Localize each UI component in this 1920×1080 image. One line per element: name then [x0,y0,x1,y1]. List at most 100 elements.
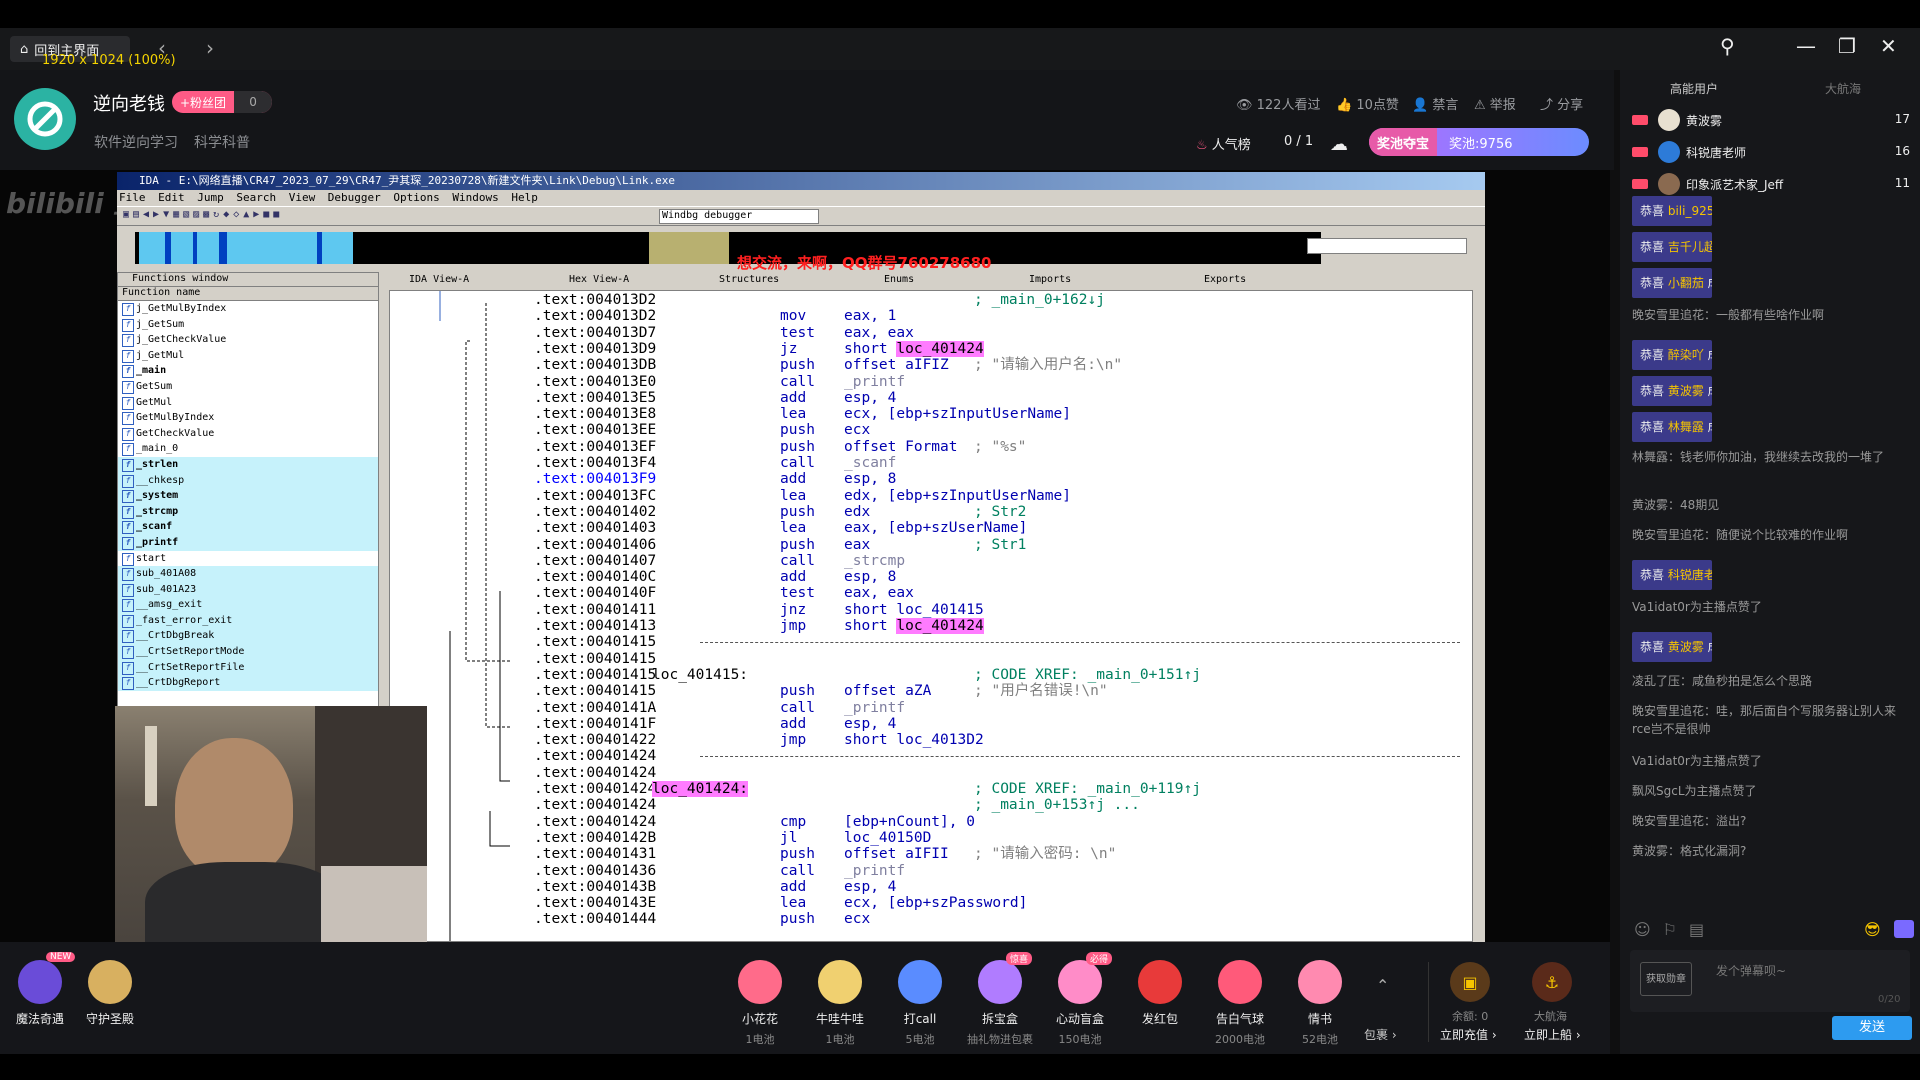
close-icon[interactable]: ✕ [1880,34,1897,58]
disassembly-view[interactable]: .text:004013D2 ; _main_0+162↓j .text:00401… [389,290,1473,942]
chevron-up-icon[interactable]: ⌃ [1376,976,1389,995]
restore-icon[interactable]: ❐ [1838,34,1856,58]
gift-item[interactable]: 魔法奇遇 NEW [0,952,80,1027]
chat-gift-message[interactable]: 恭喜 黄波雾 成为高能用户 [1632,632,1712,662]
rank-row[interactable]: 黄波雾 17 [1620,104,1920,136]
tag-area[interactable]: 科学科普 [194,132,250,152]
code-addr: .text:0040142B [534,829,657,846]
function-item[interactable]: GetMulByIndex [118,410,378,426]
ida-tab[interactable]: Imports [1029,272,1071,288]
mute-button[interactable]: 👤 禁言 [1412,94,1458,113]
chat-gift-message[interactable]: 恭喜 小翻茄 成为高能用户 [1632,268,1712,298]
cloud-icon[interactable]: ☁ [1330,134,1348,155]
function-item[interactable]: __CrtSetReportMode [118,644,378,660]
pin-icon[interactable]: ⚲ [1720,34,1735,58]
gift-item[interactable]: 牛哇牛哇 1电池 [800,960,880,1047]
ida-tab[interactable]: Hex View-A [569,272,629,288]
function-item[interactable]: __CrtDbgBreak [118,628,378,645]
function-item[interactable]: _strlen [118,456,378,473]
streamer-avatar[interactable] [14,88,76,150]
like-button[interactable]: 👍 10点赞 [1336,94,1399,113]
rank-row[interactable]: 科锐唐老师 16 [1620,136,1920,168]
popularity-button[interactable]: ♨ 人气榜 [1196,134,1251,153]
code-mn: call [780,862,815,879]
function-item[interactable]: sub_401A23 [118,581,378,598]
tag-category[interactable]: 软件逆向学习 [94,132,178,152]
chat-mode-icon[interactable] [1894,920,1914,938]
function-item[interactable]: _main_0 [118,441,378,457]
gift-item[interactable]: 小花花 1电池 [720,960,800,1047]
ida-tab[interactable]: Exports [1204,272,1246,288]
function-item[interactable]: j_GetMulByIndex [118,301,378,317]
function-item[interactable]: __amsg_exit [118,597,378,613]
gift-item[interactable]: 打call 5电池 [880,960,960,1047]
report-button[interactable]: ⚠ 举报 [1474,94,1516,113]
function-item[interactable]: start [118,551,378,567]
ida-tab[interactable]: Enums [884,272,914,288]
back-arrow-icon[interactable]: ‹ [158,36,166,60]
function-item[interactable]: j_GetMul [118,348,378,364]
chat-message[interactable]: 黄波雾：48期见 [1632,496,1912,514]
tab-navy[interactable]: 大航海 [1825,80,1861,97]
minimize-icon[interactable]: — [1796,34,1816,58]
function-name-column[interactable]: Function name [118,287,378,301]
danmaku-input-box[interactable]: 获取勋章 发个弹幕呗~ 0/20 [1630,950,1910,1012]
emoji-icon[interactable]: 😎 [1864,920,1881,939]
bag-button[interactable]: 包裹 › [1364,1026,1397,1043]
function-item[interactable]: __CrtSetReportFile [118,659,378,676]
chat-message[interactable]: 晚安雪里追花：随便说个比较难的作业啊 [1632,526,1912,544]
chat-gift-message[interactable]: 恭喜 林舞露 成为高能用户 [1632,412,1712,442]
code-operand-group: esp, 4 [844,879,896,895]
streamer-name[interactable]: 逆向老钱 [93,90,165,116]
chat-gift-message[interactable]: 恭喜 醉染吖 成为高能用户 [1632,340,1712,370]
tab-high-energy[interactable]: 高能用户 [1670,80,1718,97]
ida-tab[interactable]: Structures [719,272,779,288]
function-item[interactable]: j_GetCheckValue [118,332,378,348]
share-button[interactable]: ⤴ 分享 [1540,94,1583,113]
recharge-button[interactable]: 立即充值 › [1440,1026,1497,1043]
function-item[interactable]: GetSum [118,379,378,395]
fans-club-button[interactable]: +粉丝团 0 [172,91,272,113]
function-item[interactable]: _system [118,488,378,504]
function-item[interactable]: _fast_error_exit [118,612,378,629]
chat-message[interactable]: 晚安雪里追花：溢出? [1632,812,1912,830]
chat-gift-message[interactable]: 恭喜 黄波雾 成为高能用户 [1632,376,1712,406]
chat-message[interactable]: 黄波雾：格式化漏洞? [1632,842,1912,860]
chat-tool-icons[interactable]: ☺⚐▤ [1634,920,1716,939]
chat-message[interactable]: 飘风SgcL为主播点赞了 [1632,782,1912,800]
prize-pool-button[interactable]: 奖池夺宝 奖池:9756 [1369,128,1589,156]
function-item[interactable]: _printf [118,534,378,551]
gift-item[interactable]: 告白气球 2000电池 [1200,960,1280,1047]
function-item[interactable]: GetMul [118,395,378,411]
medal-button[interactable]: 获取勋章 [1640,962,1692,996]
function-item[interactable]: GetCheckValue [118,426,378,442]
chat-message[interactable]: 林舞露：钱老师你加油，我继续去改我的一堆了 [1632,448,1912,466]
send-button[interactable]: 发送 [1832,1016,1912,1040]
ida-tab[interactable]: IDA View-A [409,272,469,288]
chat-message[interactable]: 晚安雪里追花：一般都有些啥作业啊 [1632,306,1912,324]
chat-gift-message[interactable]: 恭喜 bili_925431965... 成为高能用户 [1632,196,1712,226]
function-item[interactable]: _main [118,363,378,379]
gift-item[interactable]: 拆宝盒 抽礼物进包裹 惊喜 [960,952,1040,1047]
video-player[interactable]: bilibili 直播 IDA - E:\网络直播\CR47_2023_07_2… [0,170,1610,942]
gift-item[interactable]: 心动盲盒 150电池 必得 [1040,952,1120,1047]
chat-message[interactable]: Va1idat0r为主播点赞了 [1632,598,1912,616]
function-item[interactable]: _scanf [118,519,378,535]
gift-item[interactable]: 情书 52电池 [1280,960,1360,1047]
chat-message[interactable]: 晚安雪里追花：哇，那后面自个写服务器让别人来rce岂不是很帅 [1632,702,1912,738]
chat-gift-message[interactable]: 恭喜 科锐唐老师 成为高能用户 [1632,560,1712,590]
function-item[interactable]: sub_401A08 [118,566,378,582]
function-item[interactable]: __CrtDbgReport [118,675,378,691]
forward-arrow-icon[interactable]: › [206,36,214,60]
function-list: j_GetMulByIndexj_GetSumj_GetCheckValuej_… [118,301,378,691]
function-item[interactable]: _strcmp [118,503,378,520]
gift-item[interactable]: 发红包 [1120,960,1200,1027]
function-item[interactable]: j_GetSum [118,317,378,333]
function-item[interactable]: __chkesp [118,472,378,489]
gift-item[interactable]: 守护圣殿 [70,960,150,1027]
chat-message[interactable]: Va1idat0r为主播点赞了 [1632,752,1912,770]
chat-gift-message[interactable]: 恭喜 吉千儿超人 成为高能用户 [1632,232,1712,262]
chat-message[interactable]: 凌乱了压：咸鱼秒拍是怎么个思路 [1632,672,1912,690]
board-button[interactable]: 立即上船 › [1524,1026,1581,1043]
nav-combo[interactable] [1307,238,1467,254]
